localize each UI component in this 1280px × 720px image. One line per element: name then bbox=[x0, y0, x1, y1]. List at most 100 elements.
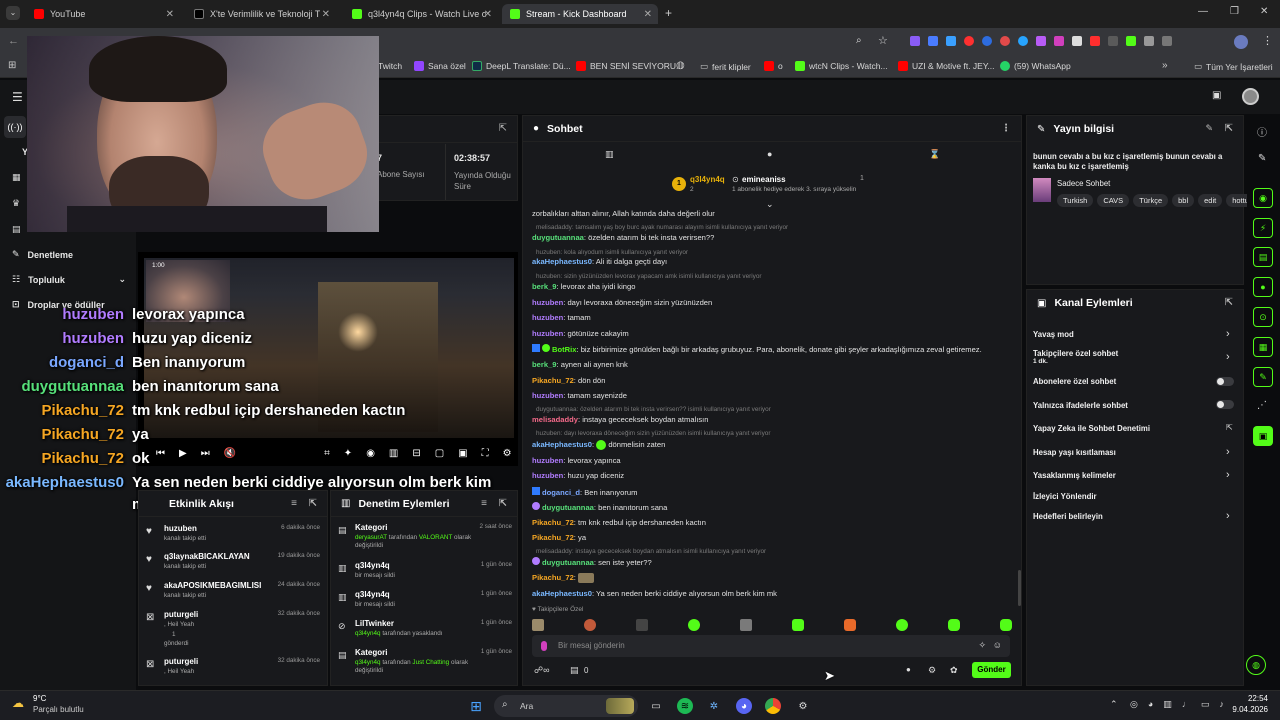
star-icon[interactable]: ☆ bbox=[878, 34, 888, 47]
crop-icon[interactable]: ⌗ bbox=[324, 448, 330, 459]
message-user[interactable]: akaHephaestus0 bbox=[532, 589, 592, 598]
mod-title[interactable]: q3l4yn4q bbox=[355, 590, 390, 599]
action-subscribers-only[interactable]: Abonelere özel sohbet bbox=[1033, 377, 1116, 386]
message-user[interactable]: huzuben bbox=[532, 313, 563, 322]
show-hidden-icon[interactable]: ⌃ bbox=[1110, 699, 1118, 710]
bookmark-wtcn[interactable]: wtcN Clips - Watch... bbox=[795, 61, 888, 71]
bookmark-whatsapp[interactable]: (59) WhatsApp bbox=[1000, 61, 1071, 71]
event-user[interactable]: huzuben bbox=[164, 524, 197, 533]
tag-chip[interactable]: Türkçe bbox=[1133, 194, 1169, 207]
popout-icon[interactable]: ⇱ bbox=[1225, 123, 1233, 134]
tray-discord-icon[interactable]: ◕ bbox=[1148, 699, 1153, 710]
tag-chip[interactable]: edit bbox=[1198, 194, 1223, 207]
filter-icon[interactable]: ≡ bbox=[291, 498, 297, 509]
maximize-icon[interactable]: ❐ bbox=[1230, 6, 1239, 17]
mod-user[interactable]: q3l4yn4q bbox=[355, 630, 381, 637]
rail-note-icon[interactable]: ▤ bbox=[1253, 247, 1273, 267]
user-avatar[interactable] bbox=[1242, 88, 1259, 105]
external-link-icon[interactable]: ⇱ bbox=[1226, 423, 1233, 432]
emote-icon[interactable] bbox=[740, 619, 752, 631]
profile-avatar[interactable] bbox=[1234, 35, 1248, 49]
action-followers-only[interactable]: Takipçilere özel sohbet bbox=[1033, 349, 1118, 358]
hourglass-icon[interactable]: ⌛ bbox=[929, 149, 940, 160]
action-redirect-viewers[interactable]: İzleyici Yönlendir bbox=[1033, 492, 1097, 501]
task-view-icon[interactable]: ▭ bbox=[648, 698, 664, 714]
message-user[interactable]: akaHephaestus0 bbox=[532, 440, 592, 449]
menu-icon[interactable]: ⋮ bbox=[1001, 123, 1011, 134]
chat-bubble-icon[interactable]: ● bbox=[767, 149, 772, 159]
rail-camera-icon[interactable]: ◉ bbox=[1253, 188, 1273, 208]
nav-denetleme[interactable]: ✎ Denetleme bbox=[12, 249, 73, 260]
message-user[interactable]: Pikachu_72 bbox=[532, 533, 574, 542]
action-account-age[interactable]: Hesap yaşı kısıtlaması bbox=[1033, 448, 1116, 457]
action-set-goals[interactable]: Hedefleri belirleyin bbox=[1033, 512, 1103, 521]
users-icon[interactable]: ☍∞ bbox=[534, 665, 550, 676]
nav-topluluk[interactable]: ☷ Topluluk ⌄ bbox=[12, 274, 126, 285]
emote-icon[interactable] bbox=[844, 619, 856, 631]
screenshot-icon[interactable]: ⊟ bbox=[412, 448, 420, 459]
pip-icon[interactable]: ▣ bbox=[458, 448, 467, 459]
rail-grid-icon[interactable]: ▦ bbox=[1253, 337, 1273, 357]
message-user[interactable]: duygutuannaa bbox=[532, 233, 584, 242]
mod-user[interactable]: deryasurAT bbox=[355, 534, 387, 541]
message-user[interactable]: Pikachu_72 bbox=[532, 573, 574, 582]
close-icon[interactable]: ✕ bbox=[166, 9, 174, 20]
trash-icon[interactable]: ▥ bbox=[605, 149, 614, 160]
chat-input-box[interactable]: Bir mesaj gönderin ✧ ☺ bbox=[532, 635, 1010, 657]
leader-user[interactable]: q3l4yn4q bbox=[690, 175, 725, 184]
extension-icon[interactable] bbox=[946, 36, 956, 46]
extension-icon[interactable] bbox=[1126, 36, 1136, 46]
emotes-only-toggle[interactable] bbox=[1216, 400, 1234, 409]
fullscreen-icon[interactable]: ⛶ bbox=[482, 448, 489, 459]
extension-icon[interactable] bbox=[1036, 36, 1046, 46]
close-window-icon[interactable]: ✕ bbox=[1260, 6, 1268, 17]
bookmark-ferit-klipler[interactable]: ▭ ferit klipler bbox=[700, 61, 751, 72]
chevron-right-icon[interactable]: › bbox=[1226, 446, 1230, 458]
minimize-icon[interactable]: — bbox=[1198, 6, 1208, 17]
close-icon[interactable]: ✕ bbox=[644, 9, 652, 20]
tab-youtube[interactable]: YouTube ✕ bbox=[26, 4, 180, 24]
message-user[interactable]: BotRix bbox=[552, 345, 576, 354]
globe-icon[interactable]: ◍ bbox=[676, 60, 685, 71]
zoom-icon[interactable]: ⌕ bbox=[856, 35, 862, 46]
event-user[interactable]: akaAPOSIKMEBAGIMLISI bbox=[164, 581, 261, 590]
popout-icon[interactable]: ⇱ bbox=[309, 498, 317, 509]
card-icon[interactable]: ▤ bbox=[12, 224, 21, 235]
chevron-right-icon[interactable]: › bbox=[1226, 351, 1230, 363]
popout-icon[interactable]: ⇱ bbox=[1225, 297, 1233, 308]
extension-icon[interactable] bbox=[1108, 36, 1118, 46]
extension-icon[interactable] bbox=[964, 36, 974, 46]
action-ai-moderation[interactable]: Yapay Zeka ile Sohbet Denetimi bbox=[1033, 424, 1150, 433]
bookmark-all[interactable]: ▭ Tüm Yer İşaretleri bbox=[1194, 61, 1273, 72]
info-icon[interactable]: ⓘ bbox=[1257, 124, 1267, 139]
chevron-right-icon[interactable]: › bbox=[1226, 328, 1230, 340]
bookmark-sana-ozel[interactable]: Sana özel bbox=[414, 61, 466, 71]
rail-wrench-icon[interactable]: ✎ bbox=[1253, 367, 1273, 387]
start-icon[interactable]: ⊞ bbox=[468, 698, 484, 714]
message-user[interactable]: duygutuannaa bbox=[542, 503, 594, 512]
tag-chip[interactable]: bbl bbox=[1172, 194, 1195, 207]
extension-icon[interactable] bbox=[1000, 36, 1010, 46]
emote-icon[interactable]: ✿ bbox=[950, 665, 958, 676]
puzzle-icon[interactable] bbox=[1162, 36, 1172, 46]
apps-icon[interactable]: ⊞ bbox=[8, 60, 16, 71]
stream-icon[interactable]: ((·)) bbox=[4, 116, 26, 138]
new-tab-button[interactable]: + bbox=[665, 6, 672, 20]
gift-icon[interactable]: ▤ bbox=[570, 665, 579, 676]
action-emotes-only[interactable]: Yalnızca ifadelerle sohbet bbox=[1033, 401, 1128, 410]
skip-forward-icon[interactable]: ⏭ bbox=[201, 448, 210, 459]
chevron-right-icon[interactable]: › bbox=[1226, 469, 1230, 481]
mod-user[interactable]: q3l4yn4q bbox=[355, 659, 381, 666]
chat-scrollbar[interactable] bbox=[1018, 570, 1021, 606]
more-bookmarks-icon[interactable]: » bbox=[1162, 60, 1168, 71]
emote-icon[interactable] bbox=[584, 619, 596, 631]
extension-icon[interactable] bbox=[1054, 36, 1064, 46]
tab-kick-dashboard[interactable]: Stream - Kick Dashboard ✕ bbox=[502, 4, 658, 24]
extension-icon[interactable] bbox=[1144, 36, 1154, 46]
hamburger-icon[interactable]: ☰ bbox=[12, 90, 23, 104]
message-user[interactable]: berk_9 bbox=[532, 360, 557, 369]
bookmark-o[interactable]: o bbox=[764, 61, 783, 71]
clip-icon[interactable]: ▥ bbox=[389, 448, 398, 459]
tag-chip[interactable]: Turkish bbox=[1057, 194, 1094, 207]
extension-icon[interactable] bbox=[1090, 36, 1100, 46]
